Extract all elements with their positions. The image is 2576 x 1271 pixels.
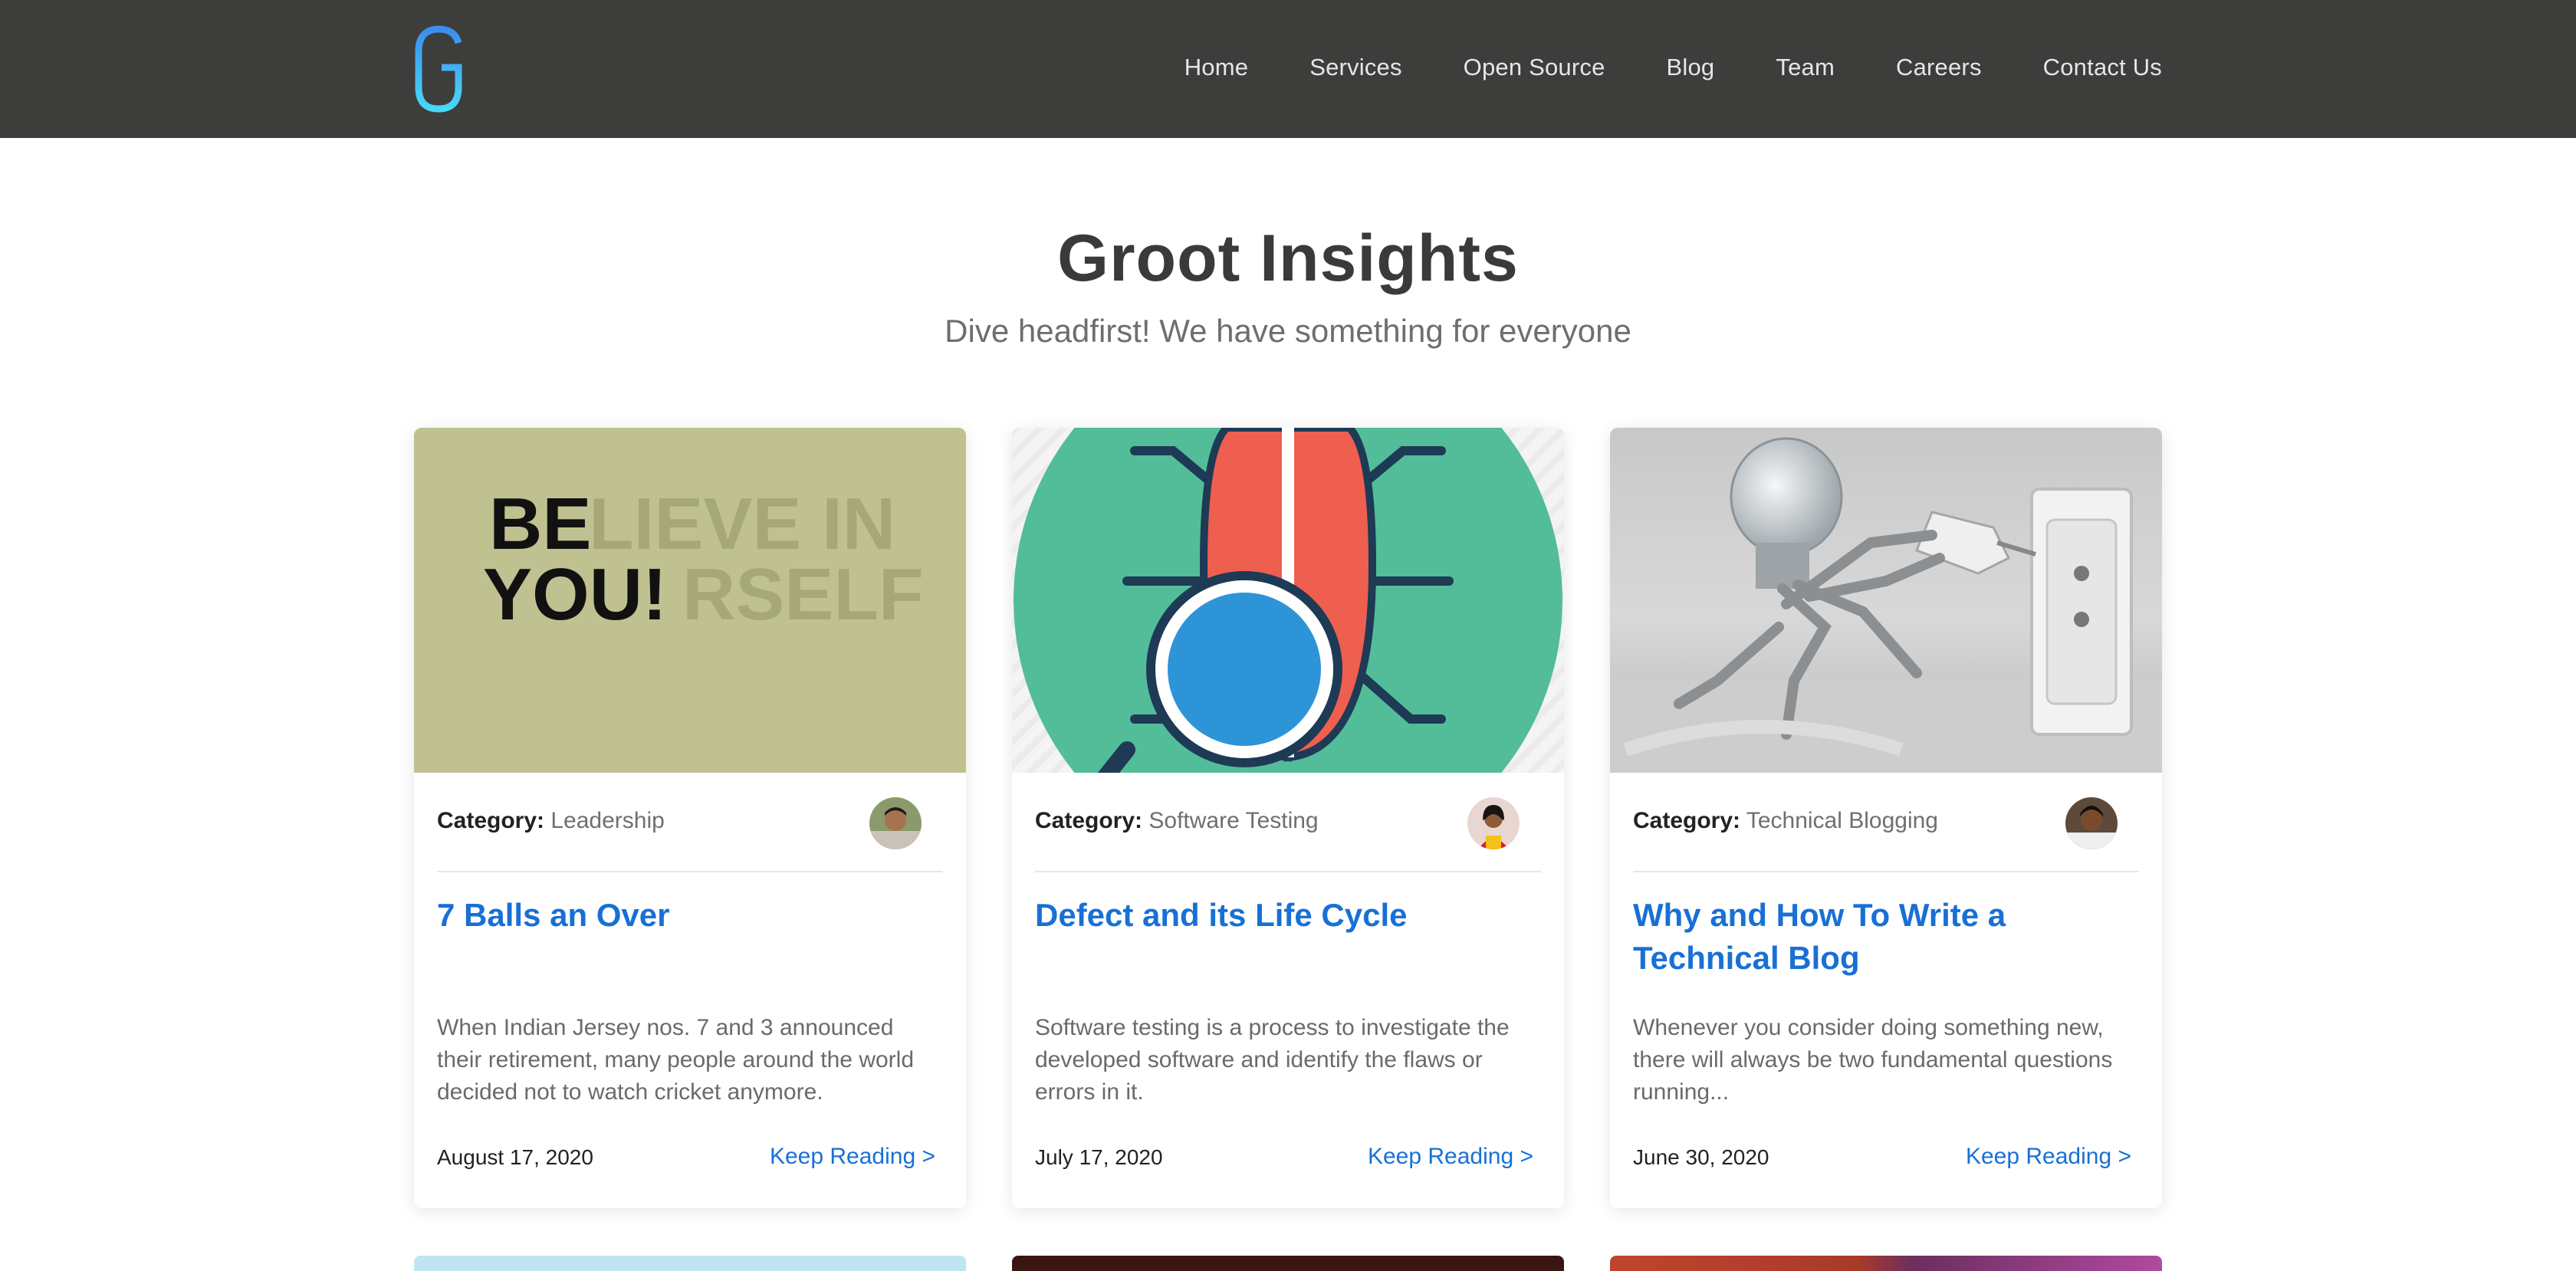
image-text-be: BE <box>489 483 591 565</box>
main-nav: Home Services Open Source Blog Team Care… <box>1184 0 2162 135</box>
post-title[interactable]: 7 Balls an Over <box>437 894 935 937</box>
post-date: August 17, 2020 <box>437 1145 593 1169</box>
card-meta: Category: Leadership <box>437 773 943 1208</box>
next-card-peek[interactable] <box>1610 1256 2162 1271</box>
next-card-peek[interactable] <box>1012 1256 1564 1271</box>
next-card-peek[interactable] <box>414 1256 966 1271</box>
nav-blog[interactable]: Blog <box>1667 54 1715 81</box>
category-value[interactable]: Software Testing <box>1148 808 1318 833</box>
post-title[interactable]: Why and How To Write a Technical Blog <box>1633 894 2131 980</box>
post-title[interactable]: Defect and its Life Cycle <box>1035 894 1533 937</box>
category-value[interactable]: Technical Blogging <box>1746 808 1938 833</box>
category: Category: Software Testing <box>1035 808 1319 834</box>
blog-card[interactable]: Category: Technical Blogging Why and How… <box>1610 428 2162 1208</box>
site-header: Home Services Open Source Blog Team Care… <box>0 0 2576 138</box>
category-row: Category: Software Testing <box>1035 773 1541 872</box>
post-excerpt: Software testing is a process to investi… <box>1035 1015 1510 1105</box>
card-image-lightbulb[interactable] <box>1610 428 2162 773</box>
keep-reading-link[interactable]: Keep Reading > <box>1368 1144 1533 1170</box>
category: Category: Leadership <box>437 808 665 834</box>
post-excerpt: When Indian Jersey nos. 7 and 3 announce… <box>437 1015 915 1105</box>
nav-home[interactable]: Home <box>1184 54 1249 81</box>
post-date: June 30, 2020 <box>1633 1145 1769 1169</box>
nav-careers[interactable]: Careers <box>1896 54 1982 81</box>
page-subtitle: Dive headfirst! We have something for ev… <box>945 313 1631 349</box>
category-label: Category: <box>437 808 545 833</box>
category-label: Category: <box>1633 808 1741 833</box>
category-value[interactable]: Leadership <box>550 808 664 833</box>
blog-card[interactable]: BE LIEVE IN YOU! RSELF Category: Leaders… <box>414 428 966 1208</box>
card-meta: Category: Technical Blogging <box>1633 773 2139 1208</box>
post-excerpt: Whenever you consider doing something ne… <box>1633 1015 2113 1105</box>
g-logo-icon[interactable] <box>411 25 466 113</box>
author-avatar[interactable] <box>1467 797 1520 849</box>
keep-reading-link[interactable]: Keep Reading > <box>1966 1144 2131 1170</box>
nav-open-source[interactable]: Open Source <box>1464 54 1605 81</box>
category: Category: Technical Blogging <box>1633 808 1938 834</box>
nav-services[interactable]: Services <box>1309 54 1401 81</box>
card-image-believe[interactable]: BE LIEVE IN YOU! RSELF <box>414 428 966 773</box>
card-image-bug[interactable] <box>1012 428 1564 773</box>
image-text-rself: RSELF <box>682 553 924 636</box>
nav-contact-us[interactable]: Contact Us <box>2043 54 2162 81</box>
author-avatar[interactable] <box>2065 797 2118 849</box>
category-label: Category: <box>1035 808 1143 833</box>
category-row: Category: Technical Blogging <box>1633 773 2139 872</box>
post-date: July 17, 2020 <box>1035 1145 1163 1169</box>
nav-team[interactable]: Team <box>1776 54 1835 81</box>
image-text-lieve: LIEVE IN <box>589 483 895 565</box>
category-row: Category: Leadership <box>437 773 943 872</box>
keep-reading-link[interactable]: Keep Reading > <box>770 1144 935 1170</box>
page-title: Groot Insights <box>1057 222 1519 295</box>
author-avatar[interactable] <box>869 797 922 849</box>
image-text-you: YOU! <box>483 553 667 636</box>
blog-card[interactable]: Category: Software Testing Defect and it… <box>1012 428 1564 1208</box>
card-meta: Category: Software Testing <box>1035 773 1541 1208</box>
